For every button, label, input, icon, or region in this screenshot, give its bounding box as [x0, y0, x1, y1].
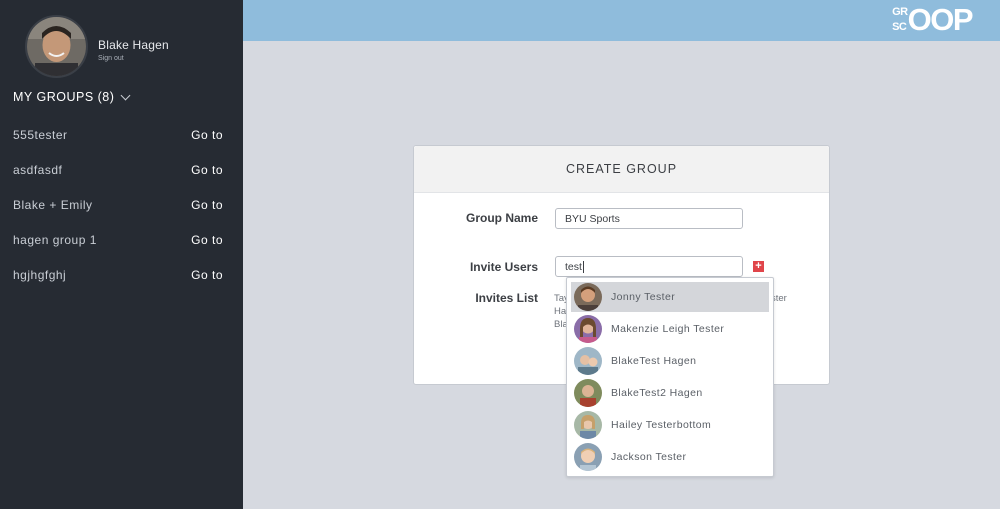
group-name-value: BYU Sports	[565, 212, 620, 225]
avatar	[574, 283, 602, 311]
group-name: Blake + Emily	[13, 197, 93, 212]
my-groups-header[interactable]: MY GROUPS (8)	[13, 90, 131, 104]
logo-top-text: GR	[892, 6, 908, 18]
group-row: hagen group 1 Go to	[13, 222, 223, 257]
suggestion-name: Jonny Tester	[611, 291, 676, 303]
suggestion-item[interactable]: Jackson Tester	[571, 442, 769, 472]
invites-list-label: Invites List	[475, 291, 538, 305]
suggestion-name: BlakeTest Hagen	[611, 355, 697, 367]
suggestion-name: BlakeTest2 Hagen	[611, 387, 703, 399]
groop-logo[interactable]: GR SC OOP	[892, 2, 974, 37]
sidebar: Blake Hagen Sign out MY GROUPS (8) 555te…	[0, 0, 243, 509]
go-to-button[interactable]: Go to	[191, 233, 223, 247]
suggestion-item[interactable]: Jonny Tester	[571, 282, 769, 312]
logo-big-text: OOP	[907, 2, 974, 37]
group-name: hgjhgfghj	[13, 267, 67, 282]
invite-users-value: test	[565, 260, 582, 273]
text-caret	[582, 260, 584, 273]
avatar	[574, 315, 602, 343]
user-suggestions-dropdown: Jonny Tester Makenzie Leigh Tester Blake…	[566, 277, 774, 477]
avatar	[574, 443, 602, 471]
group-name: asdfasdf	[13, 163, 63, 178]
plus-icon[interactable]: +	[753, 261, 764, 272]
suggestion-name: Makenzie Leigh Tester	[611, 323, 725, 335]
card-header: CREATE GROUP	[414, 146, 829, 193]
go-to-button[interactable]: Go to	[191, 163, 223, 177]
group-name: hagen group 1	[13, 232, 97, 247]
avatar	[574, 411, 602, 439]
card-title: CREATE GROUP	[565, 162, 678, 176]
suggestion-name: Hailey Testerbottom	[611, 419, 712, 431]
my-groups-label: MY GROUPS (8)	[13, 90, 115, 104]
suggestion-name: Jackson Tester	[611, 451, 687, 463]
group-row: hgjhgfghj Go to	[13, 257, 223, 292]
go-to-button[interactable]: Go to	[191, 128, 223, 142]
top-bar: GR SC OOP	[243, 0, 1000, 41]
group-name: 555tester	[13, 128, 68, 143]
suggestion-item[interactable]: BlakeTest2 Hagen	[571, 378, 769, 408]
go-to-button[interactable]: Go to	[191, 198, 223, 212]
group-row: asdfasdf Go to	[13, 153, 223, 188]
invite-users-label: Invite Users	[469, 260, 538, 274]
group-name-label: Group Name	[465, 211, 538, 225]
logo-bottom-text: SC	[892, 21, 907, 33]
profile: Blake Hagen Sign out	[25, 15, 169, 78]
suggestion-item[interactable]: Makenzie Leigh Tester	[571, 314, 769, 344]
go-to-button[interactable]: Go to	[191, 268, 223, 282]
avatar[interactable]	[25, 15, 88, 78]
group-name-input[interactable]: BYU Sports	[555, 208, 743, 229]
chevron-down-icon	[120, 90, 131, 100]
suggestion-item[interactable]: BlakeTest Hagen	[571, 346, 769, 376]
group-list: 555tester Go to asdfasdf Go to Blake + E…	[13, 118, 223, 292]
invite-users-input[interactable]: test	[555, 256, 743, 277]
avatar	[574, 379, 602, 407]
sign-out-link[interactable]: Sign out	[98, 55, 169, 62]
suggestion-item[interactable]: Hailey Testerbottom	[571, 410, 769, 440]
profile-name: Blake Hagen	[98, 37, 169, 52]
group-row: 555tester Go to	[13, 118, 223, 153]
avatar	[574, 347, 602, 375]
group-row: Blake + Emily Go to	[13, 188, 223, 223]
